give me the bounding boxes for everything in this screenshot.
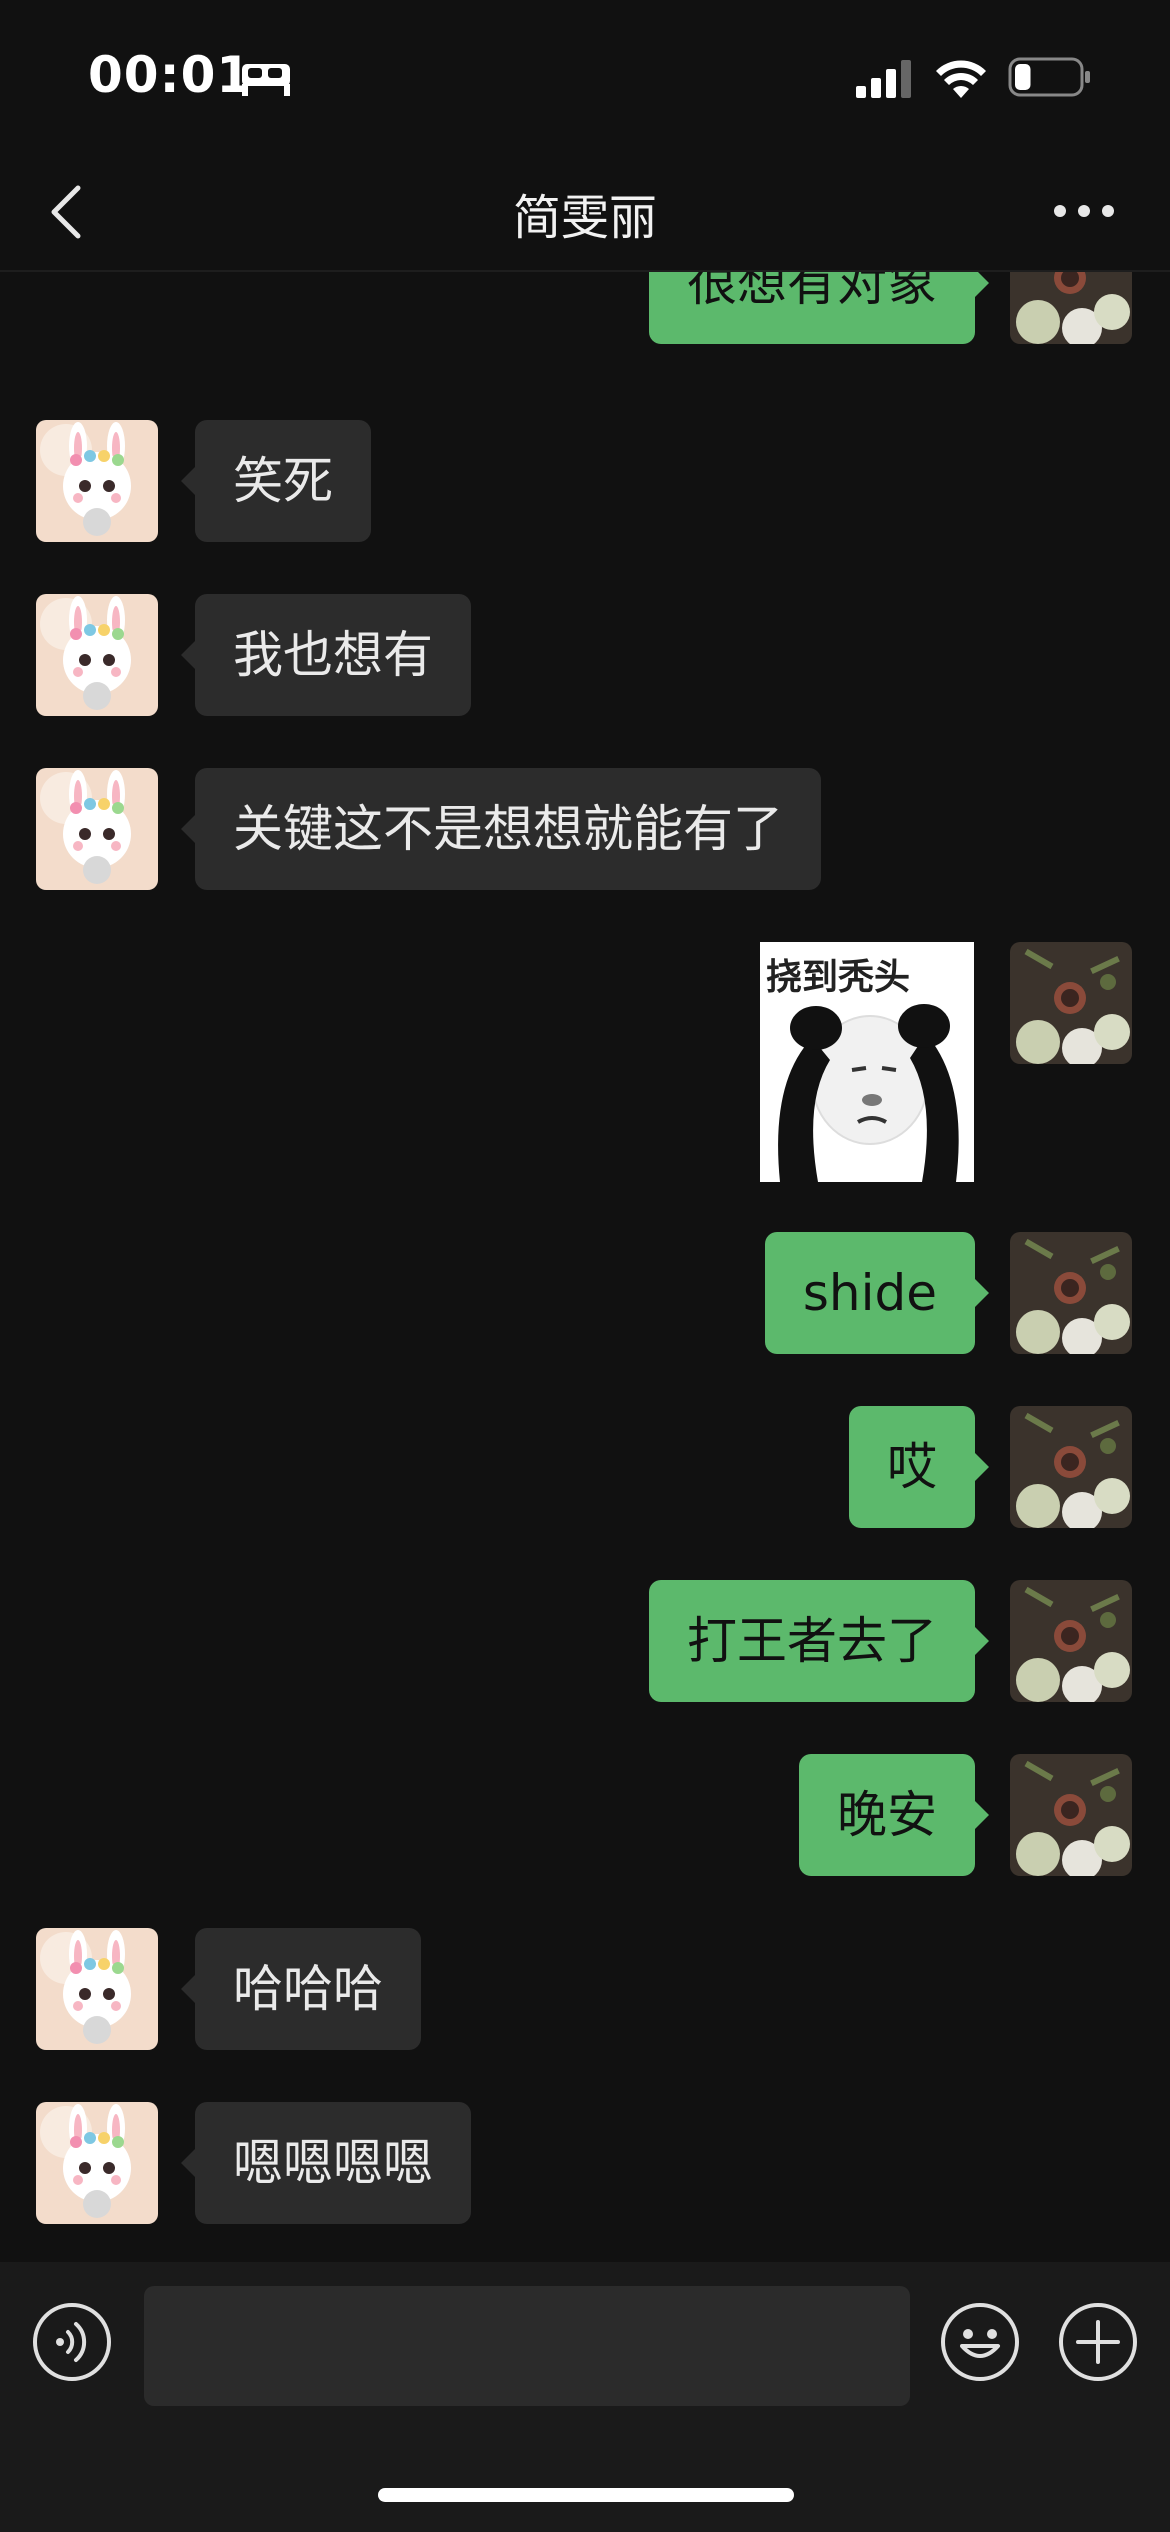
message-row: 挠到秃头: [0, 942, 1170, 1182]
voice-input-icon[interactable]: [32, 2302, 112, 2382]
emoji-icon[interactable]: [940, 2302, 1020, 2382]
contact-avatar[interactable]: [36, 2102, 158, 2224]
message-row: 哈哈哈: [0, 1928, 1170, 2050]
my-avatar[interactable]: [1010, 1580, 1132, 1702]
message-row: 哎: [0, 1406, 1170, 1528]
message-bubble-incoming[interactable]: 笑死: [181, 420, 371, 542]
message-bubble-outgoing[interactable]: 晚安: [799, 1754, 989, 1876]
message-row: 关键这不是想想就能有了: [0, 768, 1170, 890]
message-bubble-outgoing[interactable]: shide: [764, 1232, 990, 1354]
sticker-caption: 挠到秃头: [766, 957, 911, 998]
message-bubble-outgoing[interactable]: 哎: [849, 1406, 989, 1528]
contact-avatar[interactable]: [36, 594, 158, 716]
message-row: 笑死: [0, 420, 1170, 542]
bed-icon: [242, 64, 290, 96]
message-bubble-incoming[interactable]: 我也想有: [181, 594, 471, 716]
message-row: shide: [0, 1232, 1170, 1354]
message-bubble-incoming[interactable]: 嗯嗯嗯嗯: [181, 2102, 471, 2224]
battery-icon: [1008, 57, 1090, 97]
message-input[interactable]: [144, 2286, 910, 2406]
my-avatar[interactable]: [1010, 1406, 1132, 1528]
my-avatar[interactable]: [1010, 1754, 1132, 1876]
contact-avatar[interactable]: [36, 420, 158, 542]
message-row: 打王者去了: [0, 1580, 1170, 1702]
chat-title: 简雯丽: [512, 190, 657, 246]
message-bubble-outgoing[interactable]: 打王者去了: [649, 1580, 989, 1702]
more-dots-icon[interactable]: [1052, 196, 1116, 226]
message-bubble-incoming[interactable]: 哈哈哈: [181, 1928, 421, 2050]
cellular-signal-icon: [856, 60, 911, 98]
input-bar: [0, 2262, 1170, 2532]
contact-avatar[interactable]: [36, 1928, 158, 2050]
message-row: 很想有对象: [0, 272, 1170, 344]
message-row: 嗯嗯嗯嗯: [0, 2102, 1170, 2224]
my-avatar[interactable]: [1010, 942, 1132, 1064]
my-avatar[interactable]: [1010, 272, 1132, 344]
message-bubble-incoming[interactable]: 关键这不是想想就能有了: [181, 768, 821, 890]
contact-avatar[interactable]: [36, 768, 158, 890]
message-row: 晚安: [0, 1754, 1170, 1876]
plus-circle-icon[interactable]: [1058, 2302, 1138, 2382]
message-bubble-outgoing[interactable]: 很想有对象: [649, 272, 989, 344]
wifi-icon: [936, 60, 986, 98]
my-avatar[interactable]: [1010, 1232, 1132, 1354]
nav-bar: 简雯丽: [0, 150, 1170, 272]
status-bar: 00:01: [0, 0, 1170, 150]
status-time: 00:01: [88, 46, 253, 104]
message-list[interactable]: 很想有对象 笑死 我也想有 关键这不是想想就能有了 挠到秃头 shide 哎 打…: [0, 272, 1170, 2260]
message-row: 我也想有: [0, 594, 1170, 716]
sticker-message[interactable]: 挠到秃头: [760, 942, 974, 1182]
home-indicator[interactable]: [378, 2488, 794, 2502]
